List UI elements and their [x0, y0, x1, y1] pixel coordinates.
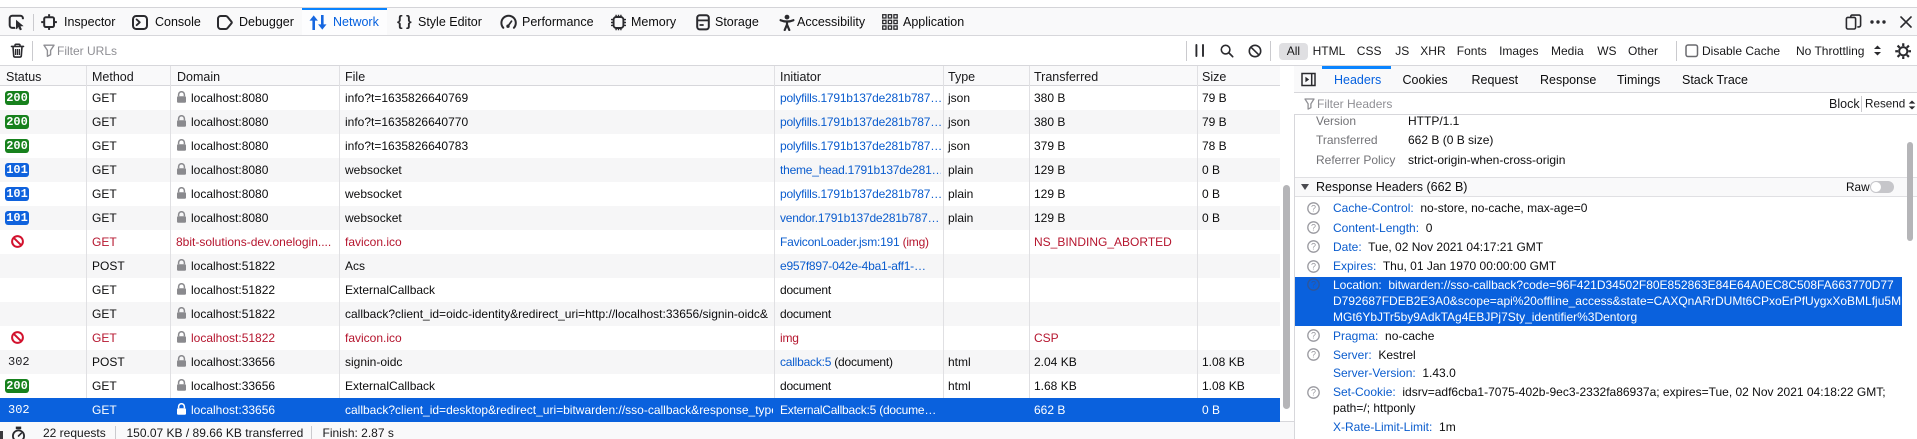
svg-text:?: ? [1310, 222, 1315, 232]
svg-text:?: ? [1310, 241, 1315, 251]
svg-text:?: ? [1310, 349, 1315, 359]
svg-text:?: ? [1310, 330, 1315, 340]
svg-text:?: ? [1310, 261, 1315, 271]
svg-text:?: ? [1310, 203, 1315, 213]
svg-text:?: ? [1310, 387, 1315, 397]
svg-text:?: ? [1310, 279, 1315, 289]
